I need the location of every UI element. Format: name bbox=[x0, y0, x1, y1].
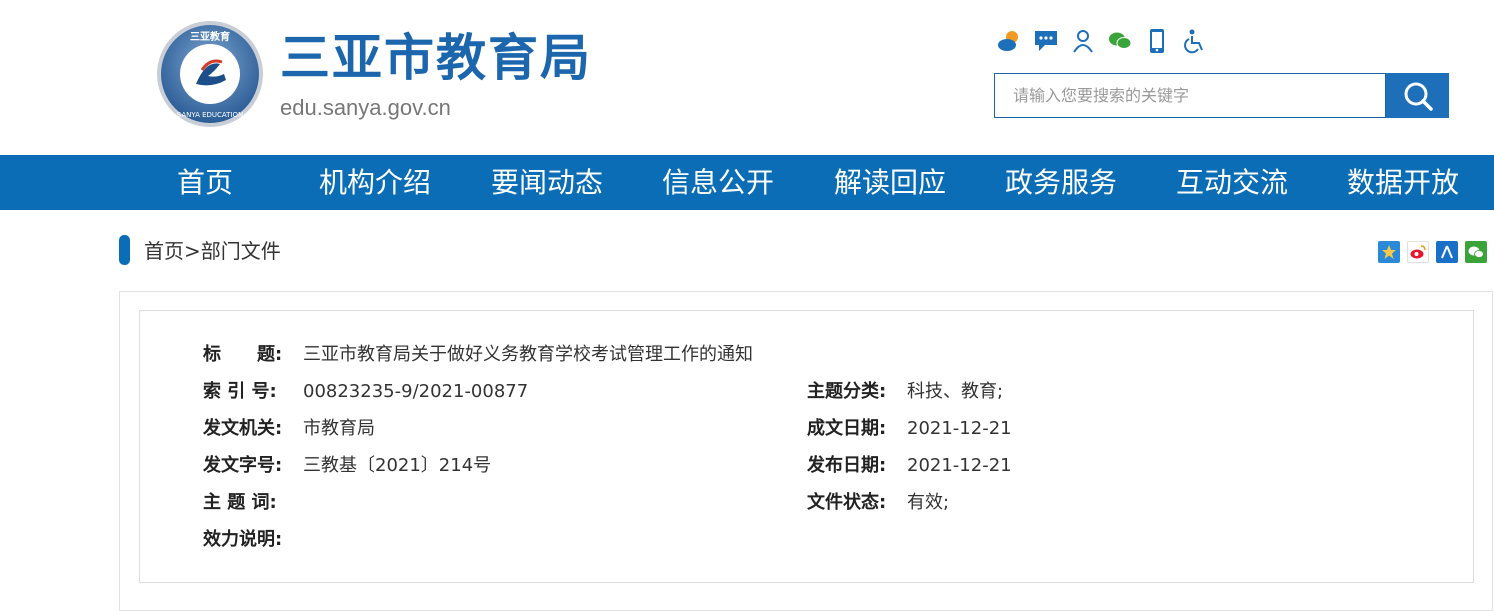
nav-item-interaction[interactable]: 互动交流 bbox=[1167, 155, 1297, 210]
accessibility-icon[interactable] bbox=[1181, 26, 1207, 56]
created-date-label: 成文日期: bbox=[807, 418, 887, 439]
doc-number-label: 发文字号: bbox=[203, 455, 283, 476]
topic-value: 科技、教育; bbox=[907, 381, 1004, 402]
main-nav: 首页 机构介绍 要闻动态 信息公开 解读回应 政务服务 互动交流 数据开放 bbox=[0, 155, 1494, 210]
search-button[interactable] bbox=[1386, 73, 1449, 118]
nav-item-news[interactable]: 要闻动态 bbox=[482, 155, 612, 210]
nav-item-home[interactable]: 首页 bbox=[150, 155, 260, 210]
weather-icon[interactable] bbox=[996, 26, 1022, 56]
published-date-label: 发布日期: bbox=[807, 455, 887, 476]
issuer-label: 发文机关: bbox=[203, 418, 283, 439]
breadcrumb: 首页>部门文件 bbox=[144, 237, 281, 265]
logo-ring-text: 三亚教育 bbox=[190, 30, 230, 43]
breadcrumb-home[interactable]: 首页 bbox=[144, 239, 184, 263]
published-date-value: 2021-12-21 bbox=[907, 455, 1012, 476]
search-input[interactable] bbox=[995, 74, 1385, 117]
index-label: 索 引 号: bbox=[203, 381, 277, 402]
issuer-value: 市教育局 bbox=[303, 418, 375, 439]
breadcrumb-current[interactable]: 部门文件 bbox=[201, 239, 281, 263]
renren-share-icon[interactable] bbox=[1436, 241, 1458, 263]
breadcrumb-marker bbox=[119, 235, 130, 265]
user-icon[interactable] bbox=[1070, 26, 1096, 56]
effect-label: 效力说明: bbox=[203, 529, 283, 550]
site-logo[interactable]: 三亚教育 SANYA EDUCATION bbox=[156, 20, 264, 128]
message-icon[interactable] bbox=[1033, 26, 1059, 56]
created-date-value: 2021-12-21 bbox=[907, 418, 1012, 439]
breadcrumb-separator: > bbox=[184, 239, 201, 263]
nav-item-about[interactable]: 机构介绍 bbox=[310, 155, 440, 210]
share-bar bbox=[1378, 241, 1494, 263]
keywords-label: 主 题 词: bbox=[203, 492, 277, 513]
nav-item-interpretation[interactable]: 解读回应 bbox=[825, 155, 955, 210]
logo-bottom-text: SANYA EDUCATION bbox=[177, 111, 244, 119]
index-value: 00823235-9/2021-00877 bbox=[303, 381, 529, 402]
title-value: 三亚市教育局关于做好义务教育学校考试管理工作的通知 bbox=[303, 344, 753, 365]
wechat-icon[interactable] bbox=[1107, 26, 1133, 56]
search-box bbox=[994, 73, 1386, 118]
qzone-share-icon[interactable] bbox=[1378, 241, 1400, 263]
status-label: 文件状态: bbox=[807, 492, 887, 513]
wechat-share-icon[interactable] bbox=[1465, 241, 1487, 263]
title-label: 标 题: bbox=[203, 344, 283, 365]
nav-item-disclosure[interactable]: 信息公开 bbox=[653, 155, 783, 210]
status-value: 有效; bbox=[907, 492, 950, 513]
site-title: 三亚市教育局 bbox=[280, 29, 592, 87]
doc-number-value: 三教基〔2021〕214号 bbox=[303, 455, 492, 476]
top-icon-bar bbox=[996, 26, 1218, 56]
mobile-icon[interactable] bbox=[1144, 26, 1170, 56]
nav-item-services[interactable]: 政务服务 bbox=[996, 155, 1126, 210]
nav-item-open-data[interactable]: 数据开放 bbox=[1338, 155, 1468, 210]
weibo-share-icon[interactable] bbox=[1407, 241, 1429, 263]
site-url: edu.sanya.gov.cn bbox=[280, 95, 451, 120]
topic-label: 主题分类: bbox=[807, 381, 887, 402]
search-icon bbox=[1404, 82, 1433, 111]
